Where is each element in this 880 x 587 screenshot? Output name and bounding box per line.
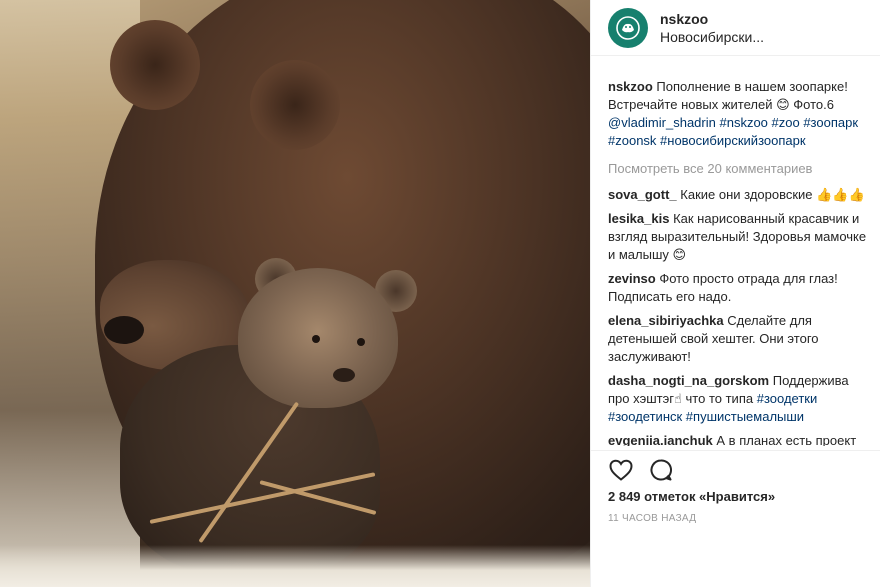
caption: nskzoo Пополнение в нашем зоопарке! Встр…: [608, 78, 873, 150]
avatar[interactable]: [608, 7, 648, 48]
comment-icon[interactable]: [648, 457, 674, 483]
header-location[interactable]: Новосибирски...: [660, 28, 764, 46]
cub-eye-left: [312, 335, 320, 343]
caption-mention[interactable]: @vladimir_shadrin: [608, 115, 716, 130]
bear-nose: [104, 316, 144, 344]
comment-username[interactable]: zevinso: [608, 271, 656, 286]
caption-username[interactable]: nskzoo: [608, 79, 653, 94]
heart-icon[interactable]: [608, 457, 634, 483]
zoo-logo-icon: [616, 15, 640, 40]
comment-username[interactable]: sova_gott_: [608, 187, 677, 202]
comment-username[interactable]: dasha_nogti_na_gorskom: [608, 373, 769, 388]
comment-username[interactable]: elena_sibiriyachka: [608, 313, 724, 328]
view-all-comments-link[interactable]: Посмотреть все 20 комментариев: [608, 160, 873, 178]
divider: [591, 450, 880, 451]
bear-ear-right: [250, 60, 340, 150]
instagram-post: nskzoo Новосибирски... nskzoo Пополнение…: [0, 0, 880, 587]
comment-item: dasha_nogti_na_gorskom Поддержива про хэ…: [608, 372, 873, 426]
likes-count[interactable]: 2 849 отметок «Нравится»: [608, 489, 775, 504]
post-sidebar: nskzoo Новосибирски... nskzoo Пополнение…: [590, 0, 880, 587]
comment-item: evgeniia.ianchuk А в планах есть проект …: [608, 432, 873, 446]
comment-username[interactable]: lesika_kis: [608, 211, 669, 226]
snow-ground: [0, 545, 590, 587]
cub-nose: [333, 368, 355, 382]
comment-item: zevinso Фото просто отрада для глаз! Под…: [608, 270, 873, 306]
comment-list: nskzoo Пополнение в нашем зоопарке! Встр…: [608, 78, 873, 446]
bear-ear-left: [110, 20, 200, 110]
header-username[interactable]: nskzoo: [660, 10, 764, 28]
post-photo[interactable]: [0, 0, 590, 587]
comment-username[interactable]: evgeniia.ianchuk: [608, 433, 713, 446]
post-header: nskzoo Новосибирски...: [591, 0, 880, 56]
comment-item: lesika_kis Как нарисованный красавчик и …: [608, 210, 873, 264]
comment-item: sova_gott_ Какие они здоровские 👍👍👍: [608, 186, 873, 204]
comment-item: elena_sibiriyachka Сделайте для детеныше…: [608, 312, 873, 366]
action-bar: [608, 455, 688, 485]
post-timestamp[interactable]: 11 ЧАСОВ НАЗАД: [608, 513, 696, 524]
cub-eye-right: [357, 338, 365, 346]
comment-text: Какие они здоровские 👍👍👍: [680, 187, 865, 202]
